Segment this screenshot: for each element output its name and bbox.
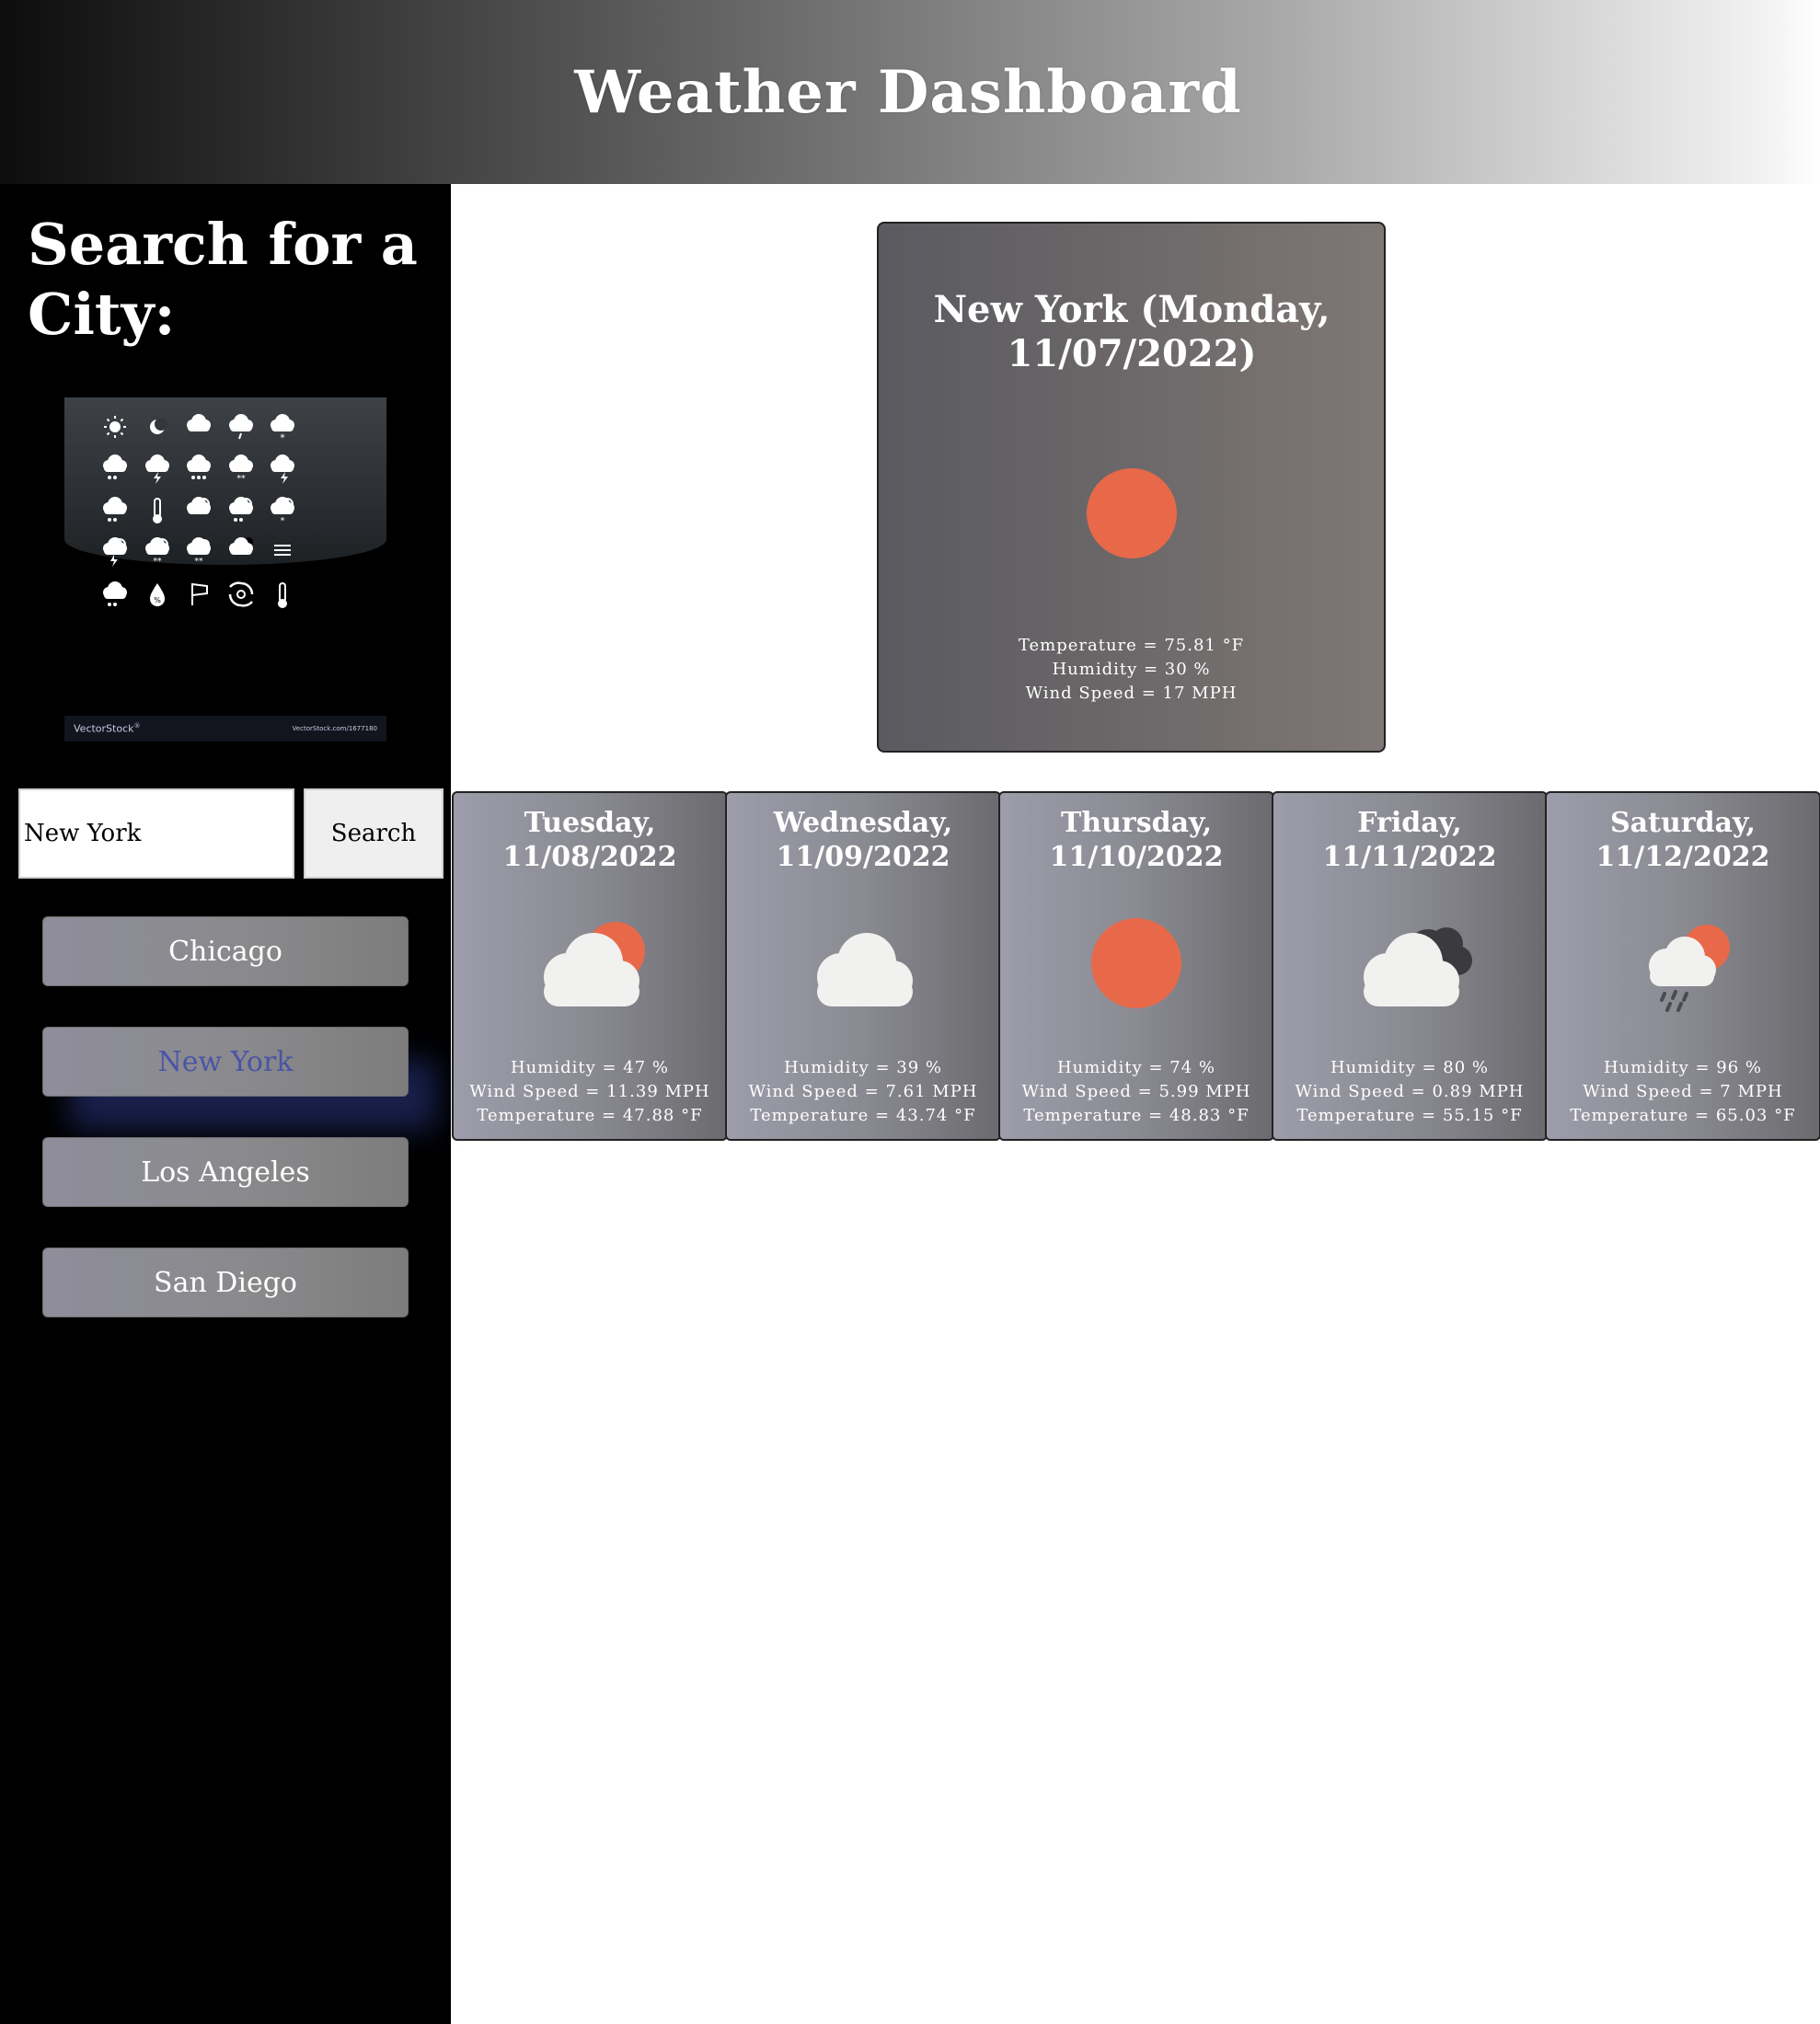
sun-cloud-hail-icon: ** — [139, 532, 176, 569]
forecast-stats: Humidity = 74 % Wind Speed = 5.99 MPH Te… — [1000, 1056, 1273, 1128]
cloud-snow-icon: * — [264, 408, 301, 445]
sun-cloud-rain-icon — [1649, 925, 1730, 1012]
svg-text:**: ** — [154, 558, 163, 567]
hurricane-icon — [223, 576, 259, 613]
current-wind-speed: Wind Speed = 17 MPH — [1025, 684, 1238, 703]
forecast-date: Saturday, 11/12/2022 — [1595, 807, 1770, 873]
weather-icons-image: * ** * ** **% VectorStock® VectorStock.com/1… — [64, 397, 386, 742]
cloud-sleet-icon: ** — [223, 449, 259, 486]
image-footer: VectorStock® VectorStock.com/1677180 — [64, 716, 386, 742]
cloud-storm-icon — [264, 449, 301, 486]
sidebar: Search for a City: * ** * ** **% VectorStock… — [0, 184, 451, 2024]
svg-text:**: ** — [237, 475, 247, 484]
sidebar-title: Search for a City: — [28, 211, 418, 348]
cloud-lightning-icon — [139, 449, 176, 486]
sun-icon — [1086, 467, 1178, 559]
current-humidity: Humidity = 30 % — [1052, 660, 1211, 679]
forecast-card-saturday: Saturday, 11/12/2022 Humidity = 96 % Win… — [1545, 791, 1820, 1141]
svg-text:*: * — [281, 517, 285, 526]
forecast-humidity: Humidity = 47 % — [510, 1058, 670, 1077]
sun-cloud-snow-icon: * — [264, 491, 301, 528]
forecast-temperature: Temperature = 47.88 °F — [477, 1106, 703, 1125]
forecast-temperature: Temperature = 43.74 °F — [750, 1106, 976, 1125]
svg-text:*: * — [281, 433, 285, 443]
sun-cloud-lightning-icon — [97, 532, 133, 569]
svg-text:%: % — [154, 596, 161, 604]
forecast-card-wednesday: Wednesday, 11/09/2022 Humidity = 39 % Wi… — [725, 791, 1001, 1141]
current-temperature: Temperature = 75.81 °F — [1018, 636, 1245, 655]
forecast-wind-speed: Wind Speed = 11.39 MPH — [469, 1082, 710, 1101]
cloud-hail-icon — [97, 576, 133, 613]
city-button-new-york[interactable]: New York — [42, 1027, 409, 1097]
moon-cloud-snow-icon: ** — [180, 532, 217, 569]
cloud-hail-icon — [97, 491, 133, 528]
city-search-input[interactable] — [18, 788, 294, 879]
fog-icon — [264, 532, 301, 569]
forecast-date: Thursday, 11/10/2022 — [1049, 807, 1224, 873]
vectorstock-logo: VectorStock® — [74, 722, 141, 735]
forecast-wind-speed: Wind Speed = 0.89 MPH — [1295, 1082, 1525, 1101]
forecast-humidity: Humidity = 39 % — [783, 1058, 943, 1077]
current-weather-card: New York (Monday, 11/07/2022) Temperatur… — [877, 222, 1386, 753]
cloud-icon — [801, 913, 926, 1014]
broken-clouds-icon — [1347, 927, 1472, 1014]
forecast-stats: Humidity = 47 % Wind Speed = 11.39 MPH T… — [454, 1056, 726, 1128]
city-button-los-angeles[interactable]: Los Angeles — [42, 1137, 409, 1207]
app-header: Weather Dashboard — [0, 0, 1820, 184]
forecast-wind-speed: Wind Speed = 7 MPH — [1583, 1082, 1783, 1101]
current-weather-title: New York (Monday, 11/07/2022) — [933, 288, 1330, 375]
svg-text:**: ** — [195, 558, 204, 567]
forecast-card-friday: Friday, 11/11/2022 Humidity = 80 % Wind … — [1272, 791, 1548, 1141]
thermometer-icon — [139, 491, 176, 528]
sun-cloud-rain-icon — [223, 491, 259, 528]
forecast-stats: Humidity = 96 % Wind Speed = 7 MPH Tempe… — [1547, 1056, 1819, 1128]
forecast-card-tuesday: Tuesday, 11/08/2022 Humidity = 47 % Wind… — [452, 791, 728, 1141]
cloud-drizzle-icon — [223, 408, 259, 445]
sun-icon — [1091, 918, 1181, 1008]
city-button-san-diego[interactable]: San Diego — [42, 1248, 409, 1317]
city-button-chicago[interactable]: Chicago — [42, 916, 409, 986]
sun-behind-cloud-icon — [527, 922, 645, 1014]
forecast-date: Tuesday, 11/08/2022 — [502, 807, 677, 873]
cloud-icon — [180, 408, 217, 445]
forecast-stats: Humidity = 39 % Wind Speed = 7.61 MPH Te… — [727, 1056, 999, 1128]
page-title: Weather Dashboard — [574, 57, 1242, 127]
forecast-humidity: Humidity = 74 % — [1056, 1058, 1216, 1077]
forecast-temperature: Temperature = 65.03 °F — [1570, 1106, 1796, 1125]
forecast-date: Friday, 11/11/2022 — [1322, 807, 1497, 873]
sun-cloud-icon — [180, 491, 217, 528]
thermometer-icon — [264, 576, 301, 613]
current-weather-stats: Temperature = 75.81 °F Humidity = 30 % W… — [879, 634, 1384, 706]
forecast-card-thursday: Thursday, 11/10/2022 Humidity = 74 % Win… — [998, 791, 1274, 1141]
forecast-wind-speed: Wind Speed = 5.99 MPH — [1021, 1082, 1251, 1101]
cloud-rain-icon — [97, 449, 133, 486]
forecast-wind-speed: Wind Speed = 7.61 MPH — [748, 1082, 978, 1101]
forecast-temperature: Temperature = 48.83 °F — [1023, 1106, 1250, 1125]
forecast-humidity: Humidity = 96 % — [1603, 1058, 1763, 1077]
forecast-stats: Humidity = 80 % Wind Speed = 0.89 MPH Te… — [1273, 1056, 1546, 1128]
humidity-drop-icon: % — [139, 576, 176, 613]
image-url: VectorStock.com/1677180 — [292, 725, 377, 732]
search-button[interactable]: Search — [304, 788, 443, 879]
wind-flag-icon — [180, 576, 217, 613]
forecast-temperature: Temperature = 55.15 °F — [1296, 1106, 1523, 1125]
forecast-date: Wednesday, 11/09/2022 — [773, 807, 953, 873]
cloud-heavy-rain-icon — [180, 449, 217, 486]
sun-icon — [97, 408, 133, 445]
moon-icon — [139, 408, 176, 445]
moon-cloud-icon — [223, 532, 259, 569]
forecast-humidity: Humidity = 80 % — [1330, 1058, 1490, 1077]
